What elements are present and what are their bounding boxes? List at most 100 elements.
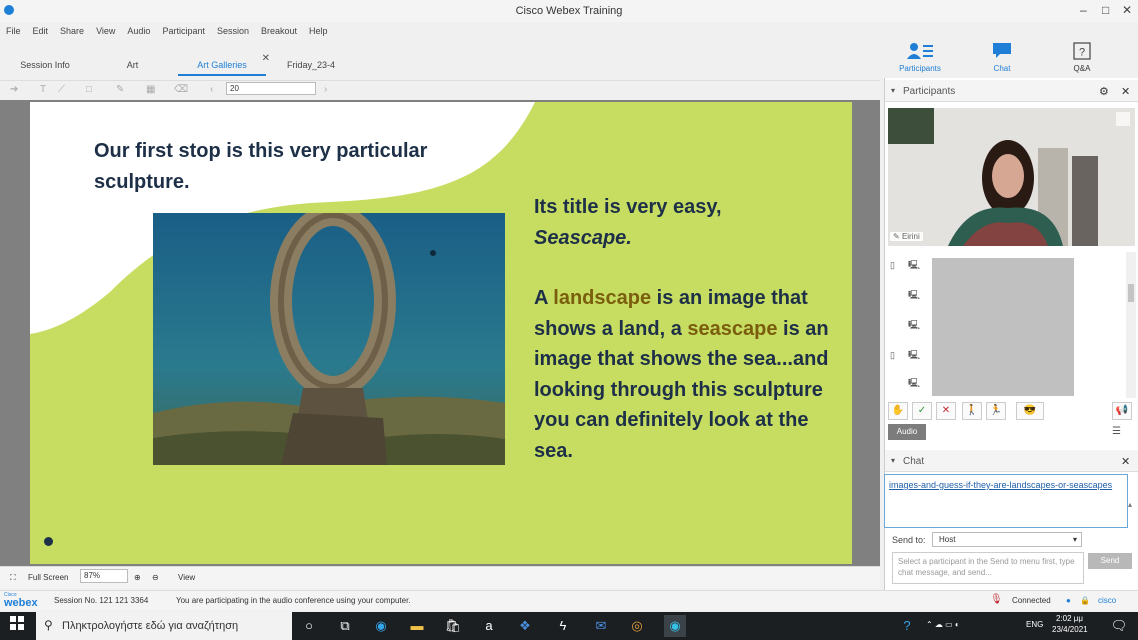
- chat-header[interactable]: ▾ Chat ✕: [885, 450, 1138, 472]
- close-panel-icon[interactable]: ✕: [1121, 455, 1130, 468]
- menu-share[interactable]: Share: [60, 22, 84, 40]
- send-to-label: Send to:: [892, 535, 926, 545]
- tray-icons[interactable]: ⌃ ☁ ▭ ◐: [926, 620, 960, 629]
- tab-art-galleries[interactable]: Art Galleries ✕: [178, 53, 270, 76]
- pointer-icon[interactable]: ➔: [10, 84, 18, 95]
- amazon-icon[interactable]: a: [478, 615, 500, 637]
- cross-icon[interactable]: ✕: [936, 402, 956, 420]
- menu-file[interactable]: File: [6, 22, 21, 40]
- menu-session[interactable]: Session: [217, 22, 249, 40]
- windows-start-icon[interactable]: [6, 615, 28, 637]
- page-field[interactable]: 20: [226, 82, 316, 95]
- fullscreen-icon[interactable]: ⛶: [10, 573, 16, 583]
- participants-button[interactable]: Participants: [898, 42, 942, 74]
- send-button[interactable]: Send: [1088, 553, 1132, 569]
- send-to-select[interactable]: Host ▾: [932, 532, 1082, 547]
- send-to-value: Host: [939, 535, 956, 544]
- presenter-icon[interactable]: 🖳: [908, 318, 926, 330]
- collapse-icon[interactable]: ▾: [891, 86, 895, 95]
- chat-button[interactable]: Chat: [980, 42, 1024, 74]
- check-icon[interactable]: ✓: [912, 402, 932, 420]
- close-icon[interactable]: ✕: [1122, 3, 1132, 17]
- next-page-icon[interactable]: ›: [324, 84, 327, 95]
- menu-participant[interactable]: Participant: [162, 22, 205, 40]
- annotation-toolbar: ➔ T ⟋ □ ✎ ▦ ⌫ ‹ ›: [0, 80, 880, 98]
- presenter-icon[interactable]: 🖳: [908, 348, 926, 360]
- menu-help[interactable]: Help: [309, 22, 328, 40]
- collapse-icon[interactable]: ▾: [891, 456, 895, 465]
- webex-logo: Cisco webex: [4, 592, 48, 609]
- sculpture-photo: [153, 213, 505, 465]
- gear-icon[interactable]: ⚙: [1099, 85, 1109, 98]
- zoom-select[interactable]: 87%: [80, 569, 128, 583]
- document-tabs: Session Info Art Art Galleries ✕ Friday_…: [0, 53, 880, 76]
- chat-history[interactable]: images-and-guess-if-they-are-landscapes-…: [884, 474, 1128, 528]
- scroll-thumb[interactable]: [1128, 284, 1134, 302]
- participants-label: Participants: [899, 64, 941, 73]
- audio-button[interactable]: Audio: [888, 424, 926, 440]
- dropbox-icon[interactable]: ❖: [514, 615, 536, 637]
- notification-icon[interactable]: 🗨: [1108, 615, 1130, 637]
- participant-names-redacted: [932, 258, 1074, 396]
- para-part-a: A: [534, 287, 554, 309]
- full-screen-label[interactable]: Full Screen: [28, 573, 68, 582]
- fill-tool-icon[interactable]: ▦: [146, 84, 155, 95]
- participants-icon: [898, 42, 942, 62]
- text-tool-icon[interactable]: T: [40, 84, 46, 95]
- pen-tool-icon[interactable]: ✎: [116, 84, 124, 95]
- prev-page-icon[interactable]: ‹: [210, 84, 213, 95]
- tab-art[interactable]: Art: [110, 54, 155, 76]
- participant-scrollbar[interactable]: [1126, 252, 1136, 398]
- video-thumbnail[interactable]: ✎ Eirini: [888, 108, 1135, 246]
- body-paragraph: A landscape is an image that shows a lan…: [534, 283, 834, 466]
- help-tray-icon[interactable]: ?: [896, 615, 918, 637]
- chat-input[interactable]: Select a participant in the Send to menu…: [892, 552, 1084, 584]
- presenter-icon[interactable]: 🖳: [908, 288, 926, 300]
- eraser-icon[interactable]: ⌫: [174, 84, 188, 95]
- cortana-icon[interactable]: ○: [298, 615, 320, 637]
- panel-menu-icon[interactable]: ☰: [1112, 426, 1121, 437]
- shape-tool-icon[interactable]: □: [86, 84, 92, 95]
- menu-breakout[interactable]: Breakout: [261, 22, 297, 40]
- participants-header[interactable]: ▾ Participants ⚙ ✕: [885, 80, 1138, 102]
- mic-icon[interactable]: 🎙: [990, 594, 1003, 605]
- zoom-out-icon[interactable]: ⊖: [152, 573, 159, 582]
- chat-scroll-icon[interactable]: ▴: [1128, 500, 1132, 509]
- speed-up-icon[interactable]: 🏃: [986, 402, 1006, 420]
- tab-session-info[interactable]: Session Info: [10, 54, 80, 76]
- task-view-icon[interactable]: ⧉: [334, 615, 356, 637]
- webex-taskbar-icon[interactable]: ◉: [664, 615, 686, 637]
- tab-friday[interactable]: Friday_23-4: [280, 54, 342, 76]
- tab-close-icon[interactable]: ✕: [262, 48, 270, 70]
- zoom-in-icon[interactable]: ⊕: [134, 573, 141, 582]
- clock-time[interactable]: 2:02 μμ: [1056, 614, 1083, 623]
- chrome-icon[interactable]: ◎: [626, 615, 648, 637]
- clock-date[interactable]: 23/4/2021: [1052, 625, 1088, 634]
- status-bar: Session No. 121 121 3364 You are partici…: [0, 590, 1138, 610]
- view-menu[interactable]: View: [178, 573, 195, 582]
- menu-audio[interactable]: Audio: [127, 22, 150, 40]
- connection-status: Connected: [1012, 596, 1051, 605]
- cisco-logo: cisco: [1098, 596, 1117, 605]
- minimize-icon[interactable]: –: [1080, 3, 1087, 17]
- file-explorer-icon[interactable]: ▬: [406, 615, 428, 637]
- emoji-icon[interactable]: 😎: [1016, 402, 1044, 420]
- menu-edit[interactable]: Edit: [33, 22, 49, 40]
- raise-hand-icon[interactable]: ✋: [888, 402, 908, 420]
- power-icon[interactable]: ϟ: [552, 615, 574, 637]
- mail-icon[interactable]: ✉: [590, 615, 612, 637]
- maximize-icon[interactable]: □: [1102, 3, 1109, 17]
- edge-icon[interactable]: ◉: [370, 615, 392, 637]
- close-panel-icon[interactable]: ✕: [1121, 85, 1130, 98]
- slow-down-icon[interactable]: 🚶: [962, 402, 982, 420]
- video-name: Eirini: [901, 232, 920, 241]
- presenter-icon[interactable]: 🖳: [908, 258, 926, 270]
- store-icon[interactable]: 🛍: [442, 615, 464, 637]
- language-indicator[interactable]: ENG: [1026, 620, 1043, 629]
- menu-view[interactable]: View: [96, 22, 115, 40]
- qa-button[interactable]: ? Q&A: [1060, 42, 1104, 74]
- presenter-icon[interactable]: 🖳: [908, 376, 926, 388]
- line-tool-icon[interactable]: ⟋: [58, 84, 65, 95]
- taskbar-search-input[interactable]: Πληκτρολογήστε εδώ για αναζήτηση: [36, 612, 292, 640]
- megaphone-icon[interactable]: 📢: [1112, 402, 1132, 420]
